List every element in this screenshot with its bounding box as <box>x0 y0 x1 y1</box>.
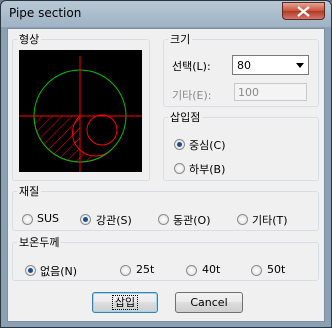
size-other-label: 기타(E): <box>172 89 212 102</box>
window-title: Pipe section <box>9 6 82 20</box>
material-other-label[interactable]: 기타(T) <box>252 212 288 228</box>
insert-button[interactable]: 삽입 <box>92 292 158 313</box>
size-select-value: 80 <box>237 59 251 72</box>
radio-material-copper[interactable] <box>158 214 169 225</box>
radio-insulation-40t[interactable] <box>186 265 197 276</box>
inner-circle <box>86 114 118 146</box>
insert-bottom-label[interactable]: 하부(B) <box>189 161 225 177</box>
chevron-down-icon <box>296 63 304 68</box>
pipe-section-drawing <box>19 56 142 172</box>
material-steel-label[interactable]: 강관(S) <box>96 212 132 228</box>
size-other-value: 100 <box>238 86 259 99</box>
size-select-label: 선택(L): <box>172 60 211 73</box>
dialog-window: Pipe section 형상 크기 선택(L): 80 기타(E): 100 … <box>0 0 332 328</box>
shape-group-label: 형상 <box>19 33 40 46</box>
dialog-client: 형상 크기 선택(L): 80 기타(E): 100 삽입점 중심(C) 하부(… <box>7 28 325 322</box>
radio-material-steel[interactable] <box>80 214 91 225</box>
radio-material-other[interactable] <box>237 214 248 225</box>
radio-insert-center[interactable] <box>174 139 185 150</box>
insert-point-group: 삽입점 <box>163 109 319 181</box>
radio-insert-bottom[interactable] <box>174 163 185 174</box>
size-select[interactable]: 80 <box>232 55 309 75</box>
title-bar[interactable]: Pipe section <box>1 1 331 27</box>
radio-material-sus[interactable] <box>22 214 33 225</box>
insulation-group-label: 보온두께 <box>19 236 60 249</box>
close-icon <box>297 6 310 17</box>
size-group-label: 크기 <box>170 33 191 46</box>
pipe-section-preview <box>19 50 142 172</box>
insert-button-label: 삽입 <box>111 295 139 310</box>
insert-point-group-label: 삽입점 <box>170 111 201 124</box>
radio-insulation-25t[interactable] <box>120 265 131 276</box>
cancel-button[interactable]: Cancel <box>175 292 243 313</box>
radio-insulation-50t[interactable] <box>251 265 262 276</box>
cancel-button-label: Cancel <box>190 296 228 309</box>
insulation-40t-label[interactable]: 40t <box>202 263 220 276</box>
insulation-25t-label[interactable]: 25t <box>136 263 154 276</box>
material-copper-label[interactable]: 동관(O) <box>173 212 210 228</box>
insulation-none-label[interactable]: 없음(N) <box>40 263 77 279</box>
close-button[interactable] <box>282 2 325 20</box>
radio-insulation-none[interactable] <box>25 265 36 276</box>
insert-center-label[interactable]: 중심(C) <box>189 137 226 153</box>
insulation-50t-label[interactable]: 50t <box>267 263 285 276</box>
material-sus-label[interactable]: SUS <box>37 212 59 225</box>
size-other-field[interactable]: 100 <box>234 83 307 101</box>
material-group-label: 재질 <box>19 185 40 198</box>
